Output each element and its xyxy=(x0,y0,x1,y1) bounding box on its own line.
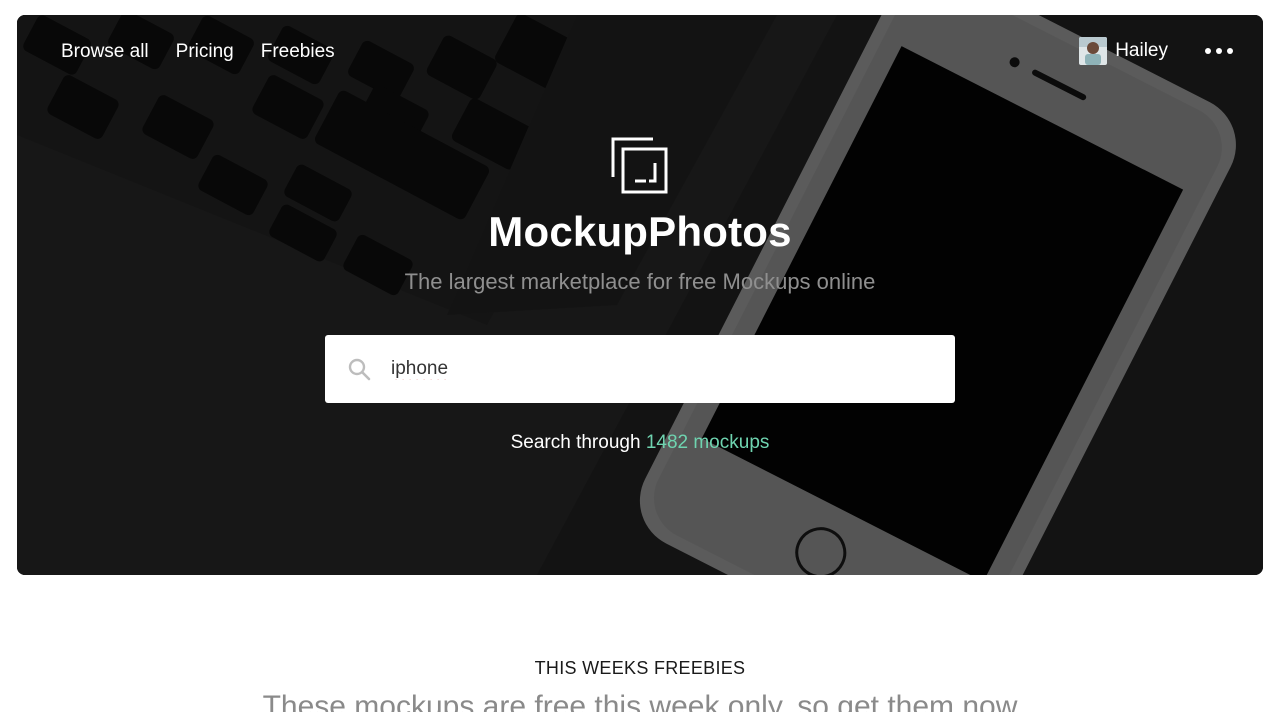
logo-icon xyxy=(611,137,668,194)
more-dot xyxy=(1216,48,1222,54)
hero-banner: Browse all Pricing Freebies Hailey Mocku… xyxy=(17,15,1263,575)
main-nav: Browse all Pricing Freebies xyxy=(61,41,335,63)
more-icon[interactable] xyxy=(1205,42,1233,60)
section-title: THIS WEEKS FREEBIES xyxy=(534,658,746,678)
brand-title: MockupPhotos xyxy=(488,208,792,255)
search-icon xyxy=(348,358,371,381)
search-count-prefix: Search through xyxy=(510,432,646,453)
mockup-count-link[interactable]: 1482 mockups xyxy=(646,432,770,453)
avatar xyxy=(1079,37,1108,65)
nav-freebies-link[interactable]: Freebies xyxy=(261,41,335,63)
search-input[interactable] xyxy=(391,349,931,389)
nav-browse-all-link[interactable]: Browse all xyxy=(61,41,149,63)
search-box xyxy=(325,335,955,403)
user-profile-button[interactable]: Hailey xyxy=(1079,37,1168,65)
search-count-text: Search through 1482 mockups xyxy=(17,432,1263,454)
more-dot xyxy=(1205,48,1211,54)
nav-pricing-link[interactable]: Pricing xyxy=(176,41,234,63)
hero-background-image xyxy=(17,15,1263,575)
more-dot xyxy=(1227,48,1233,54)
brand-tagline: The largest marketplace for free Mockups… xyxy=(404,269,876,294)
section-subtitle: These mockups are free this week only, s… xyxy=(262,690,1018,712)
user-menu: Hailey xyxy=(1079,37,1233,65)
user-name: Hailey xyxy=(1115,40,1168,61)
